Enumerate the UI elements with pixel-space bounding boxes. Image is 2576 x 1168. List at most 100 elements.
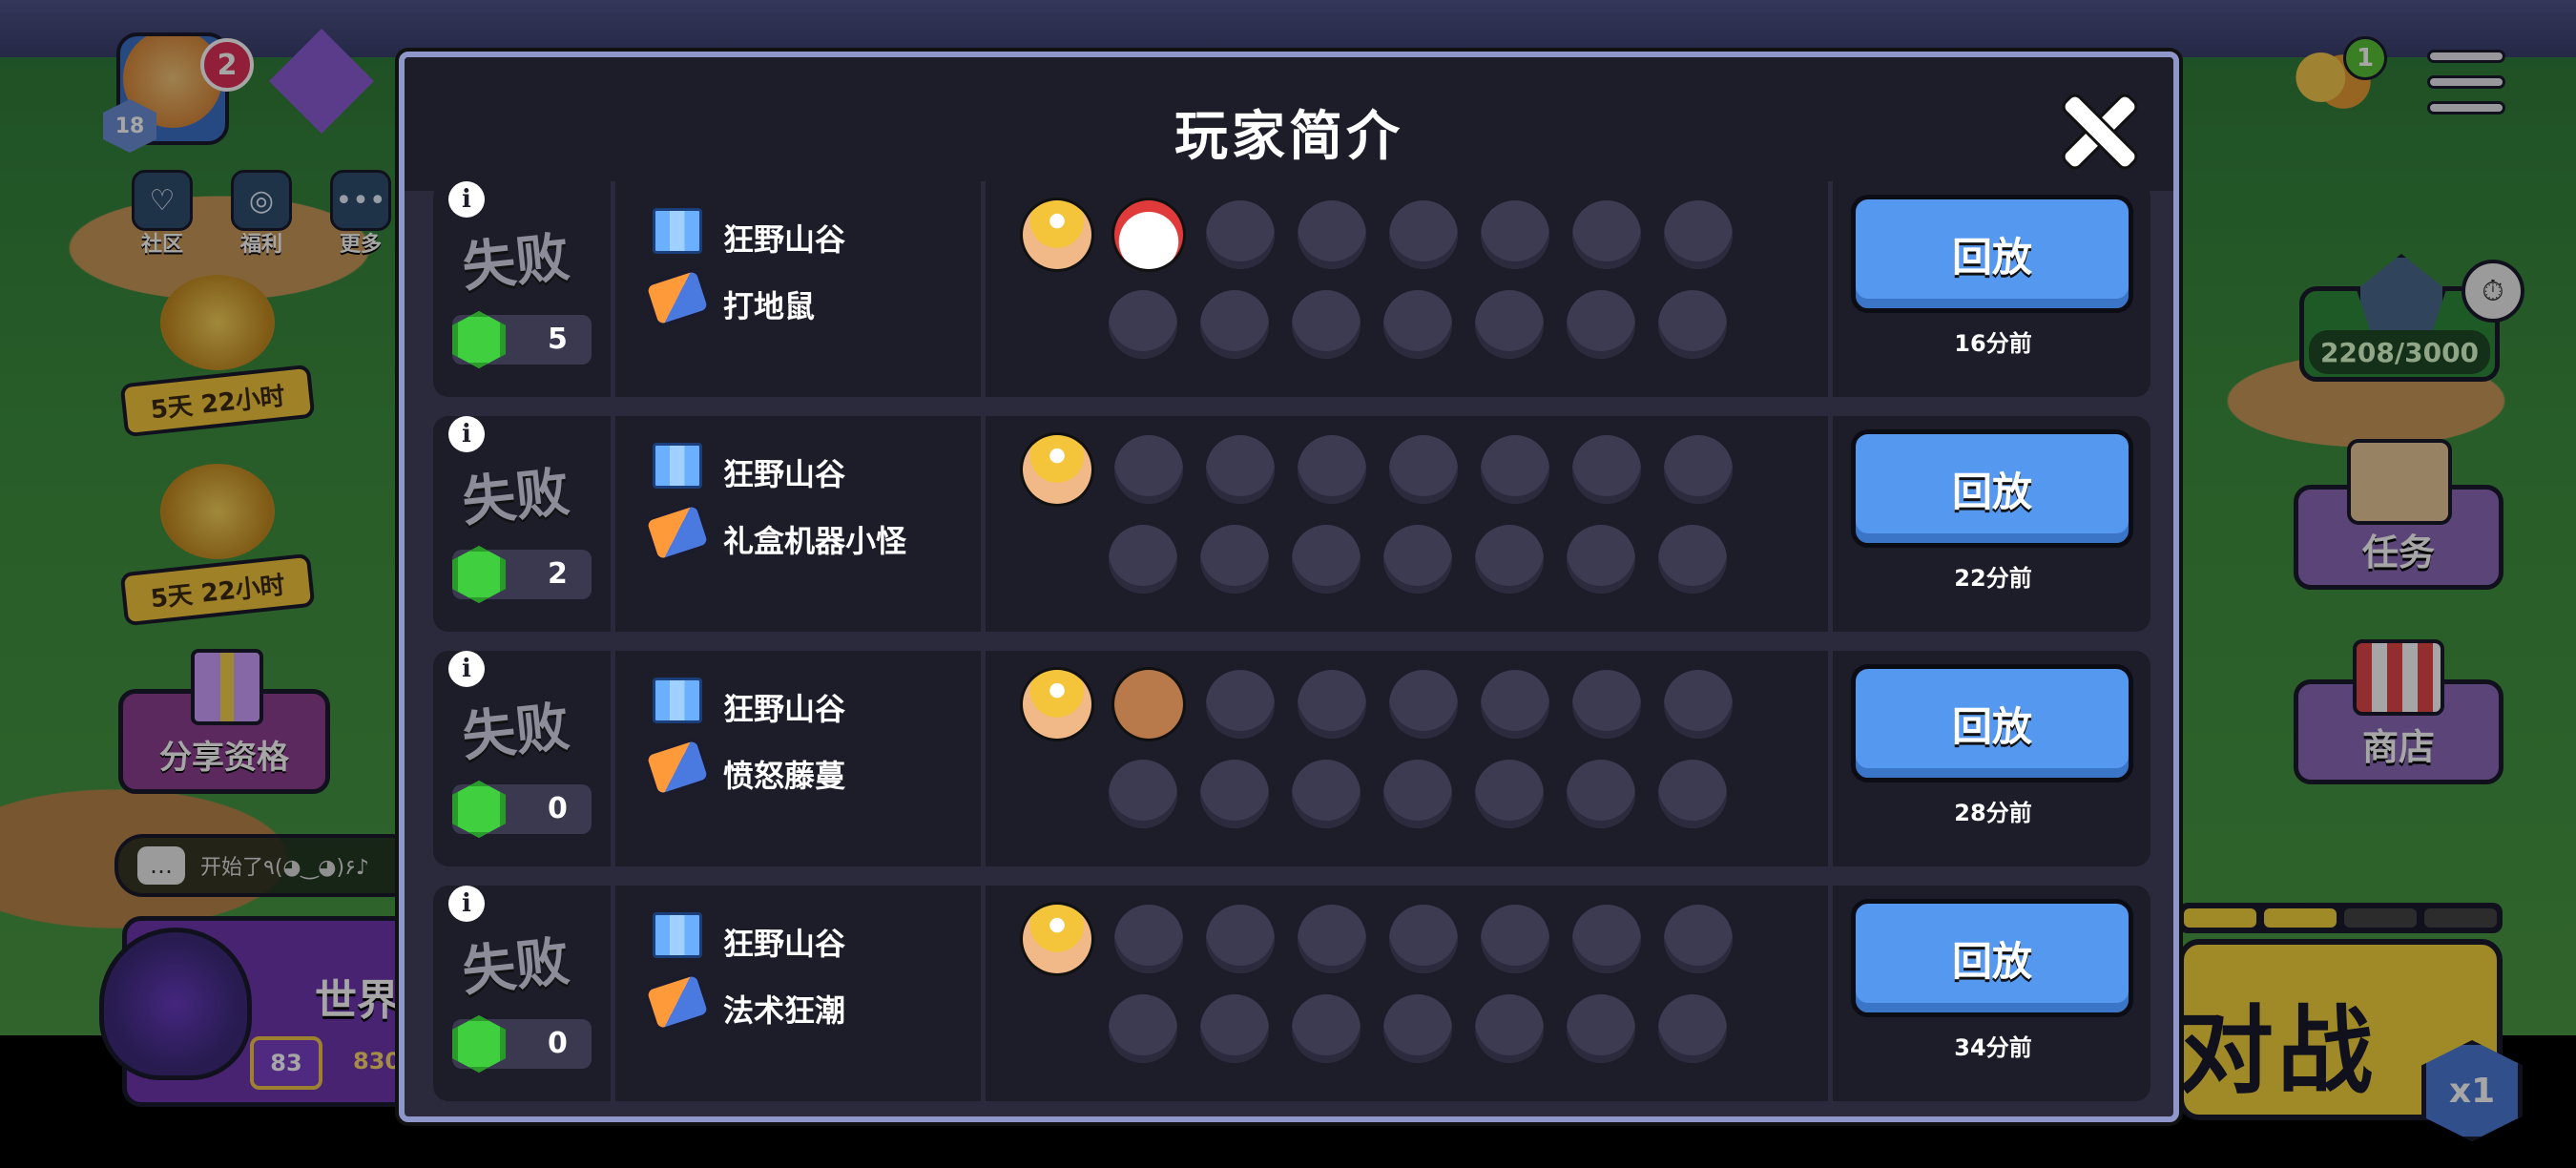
match-row: i 失败 0 狂野山谷 法术狂潮 回放 34分前 — [433, 886, 2150, 1101]
teammate-portrait-miner — [1023, 905, 1091, 973]
opponent-portrait-dim — [1475, 290, 1544, 359]
teammate-portrait-dim — [1389, 670, 1458, 739]
gems-box: 0 — [452, 1015, 592, 1073]
divider — [981, 651, 986, 866]
teammate-portrait-dim — [1298, 435, 1366, 504]
opponent-portrait-dim — [1658, 760, 1727, 828]
replay-button[interactable]: 回放 — [1851, 195, 2133, 313]
time-ago: 22分前 — [1954, 565, 2032, 592]
opponent-portrait-dim — [1200, 525, 1269, 594]
opponent-portrait-dim — [1567, 760, 1635, 828]
modal-title: 玩家简介 — [1174, 106, 1403, 168]
info-icon[interactable]: i — [448, 181, 485, 218]
gems-box: 5 — [452, 311, 592, 368]
teammate-portrait-miner — [1023, 435, 1091, 504]
action-cell: 回放 34分前 — [1836, 886, 2150, 1101]
teammate-portrait-dim — [1572, 200, 1641, 269]
divider — [981, 886, 986, 1101]
replay-button[interactable]: 回放 — [1851, 664, 2133, 782]
match-row: i 失败 5 狂野山谷 打地鼠 回放 16分前 — [433, 181, 2150, 397]
result-cell: i 失败 0 — [433, 886, 611, 1101]
opponent-portrait-dim — [1383, 525, 1452, 594]
ticket-icon — [643, 501, 712, 564]
teammate-portrait-dim — [1206, 435, 1275, 504]
opponent-portrait-dim — [1292, 994, 1361, 1063]
opponent-portrait-dim — [1567, 525, 1635, 594]
teammate-portrait-dim — [1664, 670, 1733, 739]
map-icon — [653, 208, 702, 254]
teammate-portrait-dim — [1114, 905, 1183, 973]
map-icon — [653, 443, 702, 489]
info-icon[interactable]: i — [448, 651, 485, 687]
opponent-portrait-dim — [1658, 525, 1727, 594]
map-name: 狂野山谷 — [723, 926, 846, 962]
gems-count: 5 — [548, 323, 568, 356]
gem-icon — [452, 546, 506, 603]
opponent-portrait-dim — [1292, 760, 1361, 828]
teammate-portrait-dim — [1298, 670, 1366, 739]
opponent-portrait-dim — [1567, 290, 1635, 359]
match-result: 失败 — [459, 461, 572, 534]
teammate-portrait-dim — [1298, 200, 1366, 269]
opponent-portrait-dim — [1658, 290, 1727, 359]
match-row: i 失败 2 狂野山谷 礼盒机器小怪 回放 22分前 — [433, 416, 2150, 632]
match-result: 失败 — [459, 930, 572, 1004]
mode-cell: 狂野山谷 法术狂潮 — [624, 886, 977, 1101]
opponent-portrait-dim — [1200, 290, 1269, 359]
divider — [611, 886, 615, 1101]
teammate-portrait-dim — [1114, 435, 1183, 504]
mode-name: 愤怒藤蔓 — [723, 758, 846, 794]
info-icon[interactable]: i — [448, 886, 485, 922]
opponent-portrait-dim — [1200, 760, 1269, 828]
action-cell: 回放 28分前 — [1836, 651, 2150, 866]
mode-name: 法术狂潮 — [723, 992, 846, 1029]
gem-icon — [452, 311, 506, 368]
teammate-portrait-dim — [1481, 435, 1549, 504]
replay-button[interactable]: 回放 — [1851, 899, 2133, 1017]
info-icon[interactable]: i — [448, 416, 485, 452]
time-ago: 16分前 — [1954, 330, 2032, 357]
teammate-portrait-dim — [1664, 200, 1733, 269]
time-ago: 34分前 — [1954, 1034, 2032, 1061]
opponent-portrait-dim — [1383, 760, 1452, 828]
mode-cell: 狂野山谷 礼盒机器小怪 — [624, 416, 977, 632]
opponent-portrait-dim — [1109, 994, 1177, 1063]
teammate-portrait-brown — [1114, 670, 1183, 739]
opponent-portrait-dim — [1383, 994, 1452, 1063]
teammate-portrait-dim — [1572, 435, 1641, 504]
opponent-portrait-dim — [1200, 994, 1269, 1063]
close-button[interactable] — [2059, 90, 2139, 170]
opponent-portrait-dim — [1658, 994, 1727, 1063]
map-name: 狂野山谷 — [723, 691, 846, 727]
teammate-portrait-dim — [1572, 905, 1641, 973]
teammate-portrait-miner — [1023, 670, 1091, 739]
gems-count: 0 — [548, 1027, 568, 1060]
opponent-portrait-dim — [1109, 525, 1177, 594]
gem-icon — [452, 781, 506, 838]
ticket-icon — [643, 266, 712, 329]
divider — [1828, 886, 1833, 1101]
divider — [1828, 651, 1833, 866]
divider — [981, 416, 986, 632]
opponent-portrait-dim — [1567, 994, 1635, 1063]
teammate-portrait-dim — [1664, 905, 1733, 973]
ticket-icon — [643, 736, 712, 799]
opponent-portrait-dim — [1292, 290, 1361, 359]
map-name: 狂野山谷 — [723, 221, 846, 258]
time-ago: 28分前 — [1954, 800, 2032, 826]
action-cell: 回放 16分前 — [1836, 181, 2150, 397]
opponent-portrait-dim — [1292, 525, 1361, 594]
teammate-portrait-dim — [1389, 435, 1458, 504]
map-name: 狂野山谷 — [723, 456, 846, 492]
result-cell: i 失败 0 — [433, 651, 611, 866]
divider — [611, 181, 615, 397]
mode-cell: 狂野山谷 愤怒藤蔓 — [624, 651, 977, 866]
ticket-icon — [643, 970, 712, 1033]
opponent-portrait-dim — [1475, 525, 1544, 594]
replay-button[interactable]: 回放 — [1851, 429, 2133, 548]
player-profile-modal: 玩家简介 i 失败 5 狂野山谷 打地鼠 回放 16分前 i 失败 2 狂野山谷… — [399, 52, 2179, 1122]
teammate-portrait-dim — [1481, 670, 1549, 739]
result-cell: i 失败 5 — [433, 181, 611, 397]
teammate-portrait-dim — [1481, 905, 1549, 973]
map-icon — [653, 912, 702, 958]
